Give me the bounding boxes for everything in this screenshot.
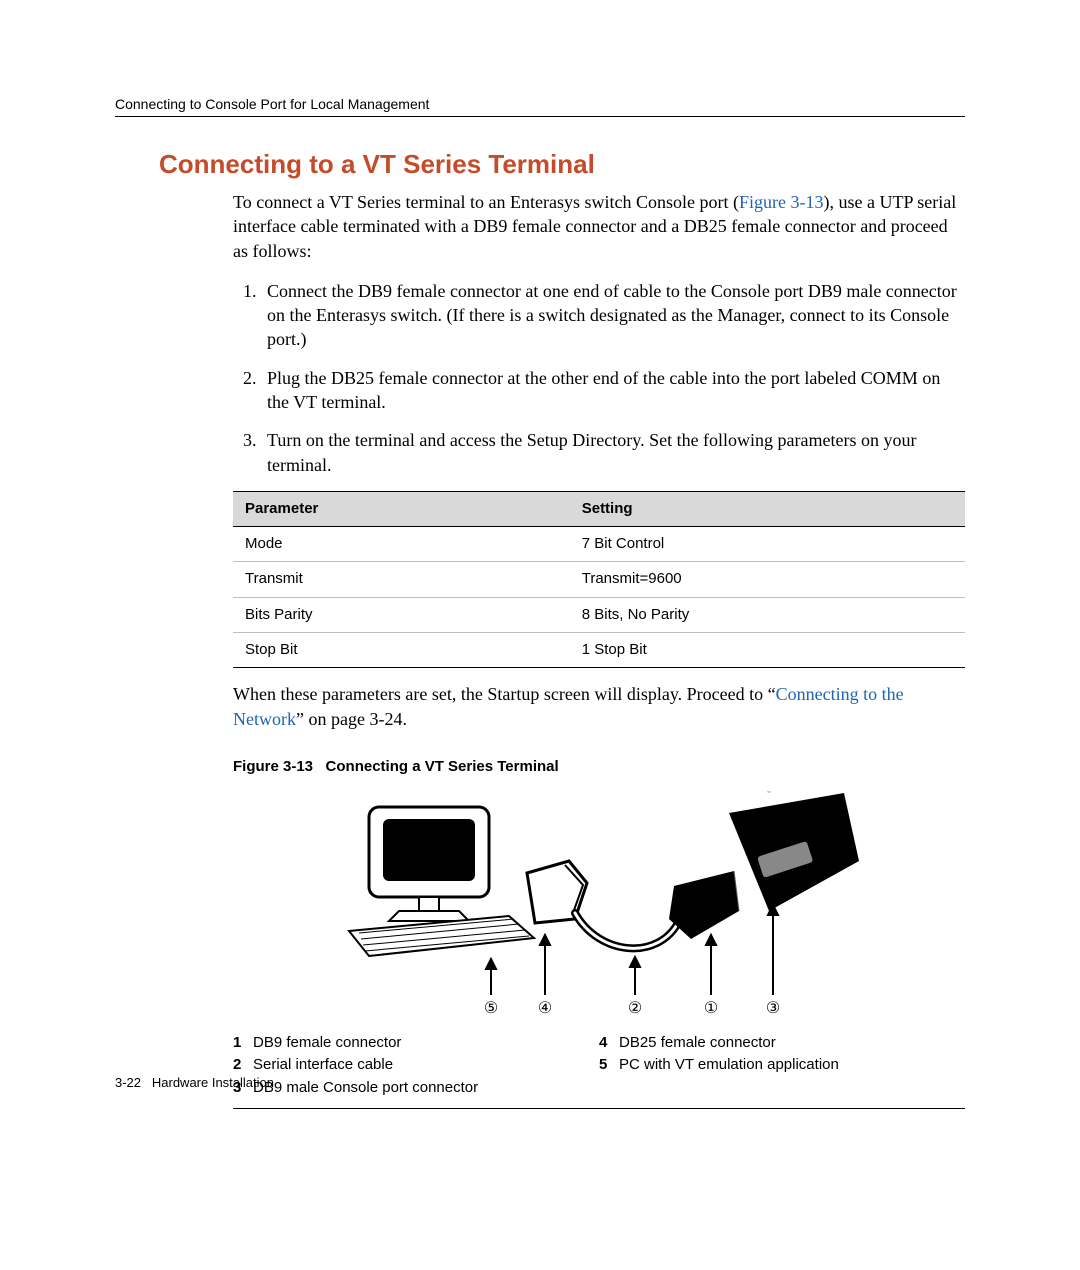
step-2: Plug the DB25 female connector at the ot…: [261, 366, 965, 415]
legend-text: Serial interface cable: [253, 1055, 393, 1075]
figure-label: Figure 3-13: [233, 758, 313, 775]
legend-num: 5: [599, 1055, 619, 1075]
keyboard-icon: [349, 916, 534, 956]
figure-ref-link[interactable]: Figure 3-13: [739, 192, 824, 212]
legend-text: PC with VT emulation application: [619, 1055, 839, 1075]
col-parameter: Parameter: [233, 491, 570, 526]
cell-setting: 1 Stop Bit: [570, 632, 965, 667]
svg-text:③: ③: [766, 1000, 780, 1017]
svg-text:②: ②: [628, 1000, 642, 1017]
legend-row: 4 DB25 female connector: [599, 1033, 965, 1053]
cell-setting: 8 Bits, No Parity: [570, 597, 965, 632]
cell-setting: 7 Bit Control: [570, 527, 965, 562]
intro-prefix: To connect a VT Series terminal to an En…: [233, 192, 739, 212]
table-row: Stop Bit 1 Stop Bit: [233, 632, 965, 667]
after-table-suffix: ” on page 3-24.: [296, 709, 407, 729]
svg-text:①: ①: [704, 1000, 718, 1017]
after-table-paragraph: When these parameters are set, the Start…: [233, 682, 965, 731]
figure-illustration: ⑤ ④ ② ① ③: [233, 791, 965, 1021]
legend-text: DB9 male Console port connector: [253, 1078, 478, 1098]
after-table-prefix: When these parameters are set, the Start…: [233, 684, 776, 704]
legend-row: 5 PC with VT emulation application: [599, 1055, 965, 1075]
cell-param: Bits Parity: [233, 597, 570, 632]
cell-setting: Transmit=9600: [570, 562, 965, 597]
switch-port-icon: [729, 791, 859, 911]
page-number: 3-22: [115, 1075, 141, 1090]
legend-num: 4: [599, 1033, 619, 1053]
table-row: Bits Parity 8 Bits, No Parity: [233, 597, 965, 632]
legend-text: DB9 female connector: [253, 1033, 401, 1053]
legend-row: 2 Serial interface cable: [233, 1055, 599, 1075]
figure-caption: Figure 3-13 Connecting a VT Series Termi…: [233, 757, 965, 777]
step-3: Turn on the terminal and access the Setu…: [261, 428, 965, 477]
figure-legend: 1 DB9 female connector 2 Serial interfac…: [233, 1027, 965, 1109]
figure-title: Connecting a VT Series Terminal: [326, 758, 559, 775]
table-row: Transmit Transmit=9600: [233, 562, 965, 597]
legend-text: DB25 female connector: [619, 1033, 776, 1053]
monitor-icon: [369, 807, 489, 921]
table-row: Mode 7 Bit Control: [233, 527, 965, 562]
callout-numbers: ⑤ ④ ② ① ③: [484, 1000, 780, 1017]
db9-connector-icon: [669, 871, 739, 939]
table-header-row: Parameter Setting: [233, 491, 965, 526]
running-header: Connecting to Console Port for Local Man…: [115, 96, 965, 117]
steps-list: Connect the DB9 female connector at one …: [233, 279, 965, 477]
page-footer: 3-22 Hardware Installation: [115, 1075, 274, 1090]
legend-num: 2: [233, 1055, 253, 1075]
cell-param: Stop Bit: [233, 632, 570, 667]
svg-text:⑤: ⑤: [484, 1000, 498, 1017]
section-title: Connecting to a VT Series Terminal: [159, 149, 965, 180]
col-setting: Setting: [570, 491, 965, 526]
legend-row: 1 DB9 female connector: [233, 1033, 599, 1053]
chapter-name: Hardware Installation: [152, 1075, 274, 1090]
parameters-table: Parameter Setting Mode 7 Bit Control Tra…: [233, 491, 965, 668]
legend-num: 1: [233, 1033, 253, 1053]
step-1: Connect the DB9 female connector at one …: [261, 279, 965, 352]
svg-text:④: ④: [538, 1000, 552, 1017]
cell-param: Transmit: [233, 562, 570, 597]
intro-paragraph: To connect a VT Series terminal to an En…: [233, 190, 965, 263]
cell-param: Mode: [233, 527, 570, 562]
legend-row: 3 DB9 male Console port connector: [233, 1078, 599, 1098]
